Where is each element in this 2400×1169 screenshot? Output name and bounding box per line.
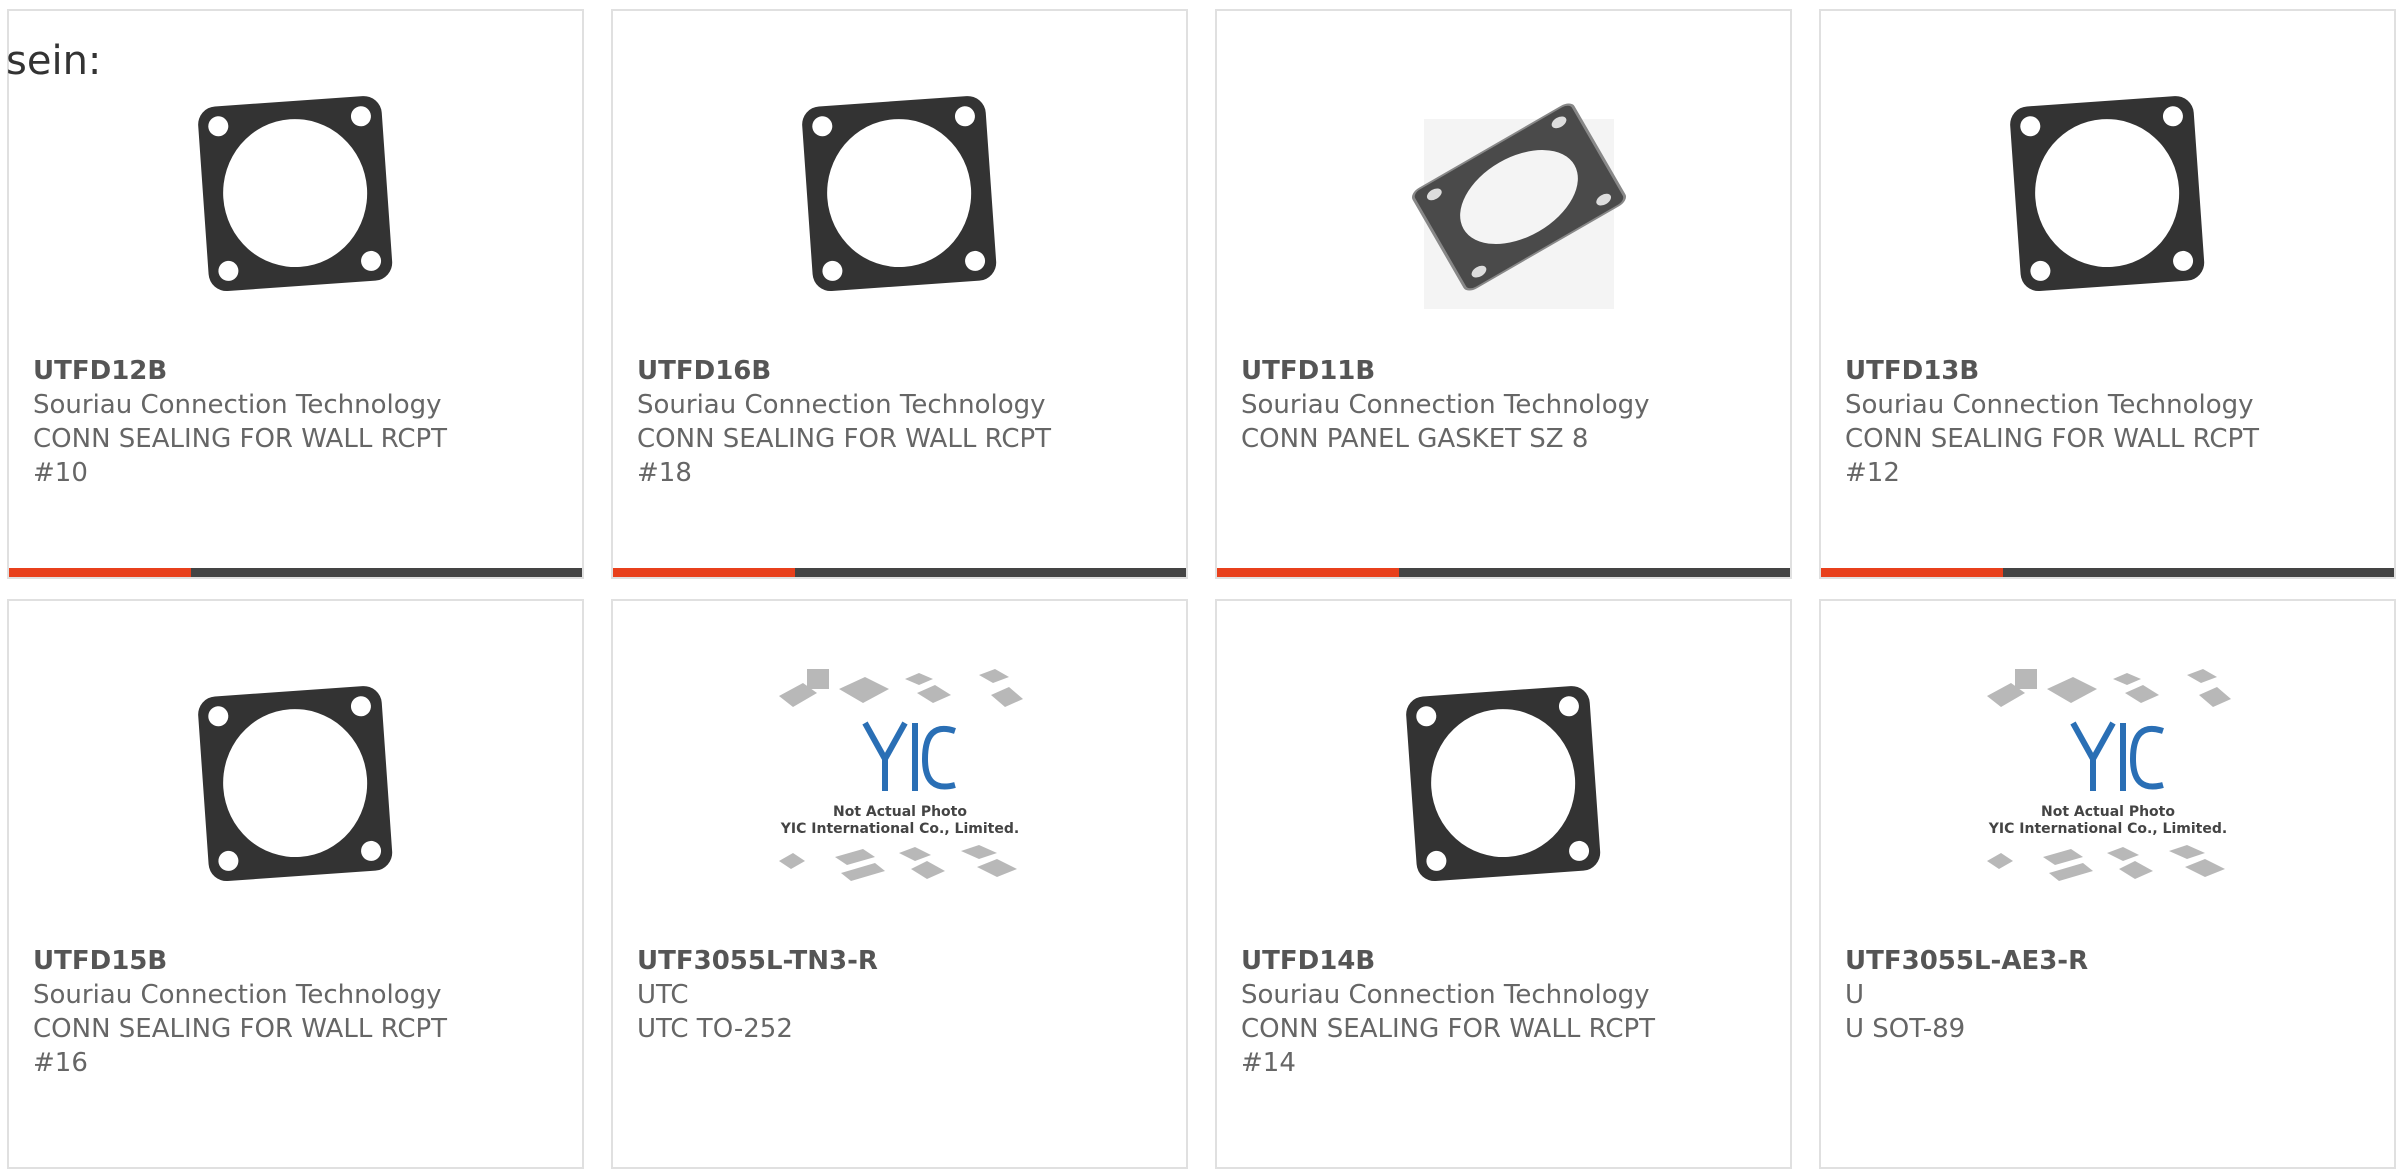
product-info: UTFD13B Souriau Connection Technology CO… — [1845, 354, 2259, 490]
description-line2: #12 — [1845, 458, 1900, 488]
gasket-icon — [197, 686, 392, 882]
card-bar-accent — [9, 568, 191, 577]
product-info: UTFD12B Souriau Connection Technology CO… — [33, 354, 447, 490]
card-bar-accent — [1217, 568, 1399, 577]
description: CONN SEALING FOR WALL RCPT — [33, 1014, 448, 1044]
product-info: UTFD15B Souriau Connection Technology CO… — [33, 944, 447, 1080]
product-card[interactable]: UTFD11B Souriau Connection Technology CO… — [1215, 9, 1792, 579]
description-line2: #14 — [1241, 1048, 1296, 1078]
description: CONN SEALING FOR WALL RCPT — [1845, 424, 2260, 454]
product-info: UTFD14B Souriau Connection Technology CO… — [1241, 944, 1655, 1080]
manufacturer: Souriau Connection Technology — [1241, 980, 1650, 1010]
part-number[interactable]: UTFD14B — [1241, 944, 1655, 978]
not-actual-photo-icon: Not Actual Photo YIC International Co., … — [778, 669, 1023, 881]
description-line2: #10 — [33, 458, 88, 488]
product-card[interactable]: UTFD16B Souriau Connection Technology CO… — [611, 9, 1188, 579]
manufacturer: UTC — [637, 980, 689, 1010]
product-card[interactable]: Not Actual Photo YIC International Co., … — [611, 599, 1188, 1169]
placeholder-line2: YIC International Co., Limited. — [1987, 821, 2226, 837]
product-card[interactable]: Not Actual Photo YIC International Co., … — [1819, 599, 2396, 1169]
description: UTC TO-252 — [637, 1014, 793, 1044]
description-line2: #18 — [637, 458, 692, 488]
placeholder-line1: Not Actual Photo — [833, 804, 967, 820]
card-bar — [613, 568, 1186, 577]
product-info: UTF3055L-TN3-R UTC UTC TO-252 — [637, 944, 878, 1046]
gasket-icon — [197, 96, 392, 292]
description: U SOT-89 — [1845, 1014, 1966, 1044]
description: CONN SEALING FOR WALL RCPT — [1241, 1014, 1656, 1044]
part-number[interactable]: UTF3055L-TN3-R — [637, 944, 878, 978]
product-grid: UTFD12B Souriau Connection Technology CO… — [7, 9, 2400, 1169]
gasket-icon — [2009, 96, 2204, 292]
description: CONN SEALING FOR WALL RCPT — [33, 424, 448, 454]
manufacturer: Souriau Connection Technology — [33, 390, 442, 420]
placeholder-line1: Not Actual Photo — [2041, 804, 2175, 820]
manufacturer: Souriau Connection Technology — [637, 390, 1046, 420]
manufacturer: Souriau Connection Technology — [33, 980, 442, 1010]
description: CONN PANEL GASKET SZ 8 — [1241, 424, 1589, 454]
placeholder-line2: YIC International Co., Limited. — [779, 821, 1018, 837]
part-number[interactable]: UTFD13B — [1845, 354, 2259, 388]
card-bar-accent — [613, 568, 795, 577]
product-info: UTFD11B Souriau Connection Technology CO… — [1241, 354, 1650, 456]
not-actual-photo-icon: Not Actual Photo YIC International Co., … — [1986, 669, 2231, 881]
card-bar — [1821, 568, 2394, 577]
part-number[interactable]: UTFD12B — [33, 354, 447, 388]
card-bar — [1217, 568, 1790, 577]
product-card[interactable]: UTFD14B Souriau Connection Technology CO… — [1215, 599, 1792, 1169]
gasket-icon — [1405, 686, 1600, 882]
panel-gasket-icon — [1411, 103, 1626, 309]
part-number[interactable]: UTFD15B — [33, 944, 447, 978]
product-card[interactable]: UTFD12B Souriau Connection Technology CO… — [7, 9, 584, 579]
manufacturer: U — [1845, 980, 1865, 1010]
description-line2: #16 — [33, 1048, 88, 1078]
card-bar — [9, 568, 582, 577]
section-heading: sein: — [6, 38, 102, 84]
gasket-icon — [801, 96, 996, 292]
product-info: UTF3055L-AE3-R U U SOT-89 — [1845, 944, 2088, 1046]
product-card[interactable]: UTFD13B Souriau Connection Technology CO… — [1819, 9, 2396, 579]
product-card[interactable]: UTFD15B Souriau Connection Technology CO… — [7, 599, 584, 1169]
manufacturer: Souriau Connection Technology — [1845, 390, 2254, 420]
part-number[interactable]: UTFD16B — [637, 354, 1051, 388]
product-info: UTFD16B Souriau Connection Technology CO… — [637, 354, 1051, 490]
part-number[interactable]: UTFD11B — [1241, 354, 1650, 388]
manufacturer: Souriau Connection Technology — [1241, 390, 1650, 420]
description: CONN SEALING FOR WALL RCPT — [637, 424, 1052, 454]
card-bar-accent — [1821, 568, 2003, 577]
part-number[interactable]: UTF3055L-AE3-R — [1845, 944, 2088, 978]
